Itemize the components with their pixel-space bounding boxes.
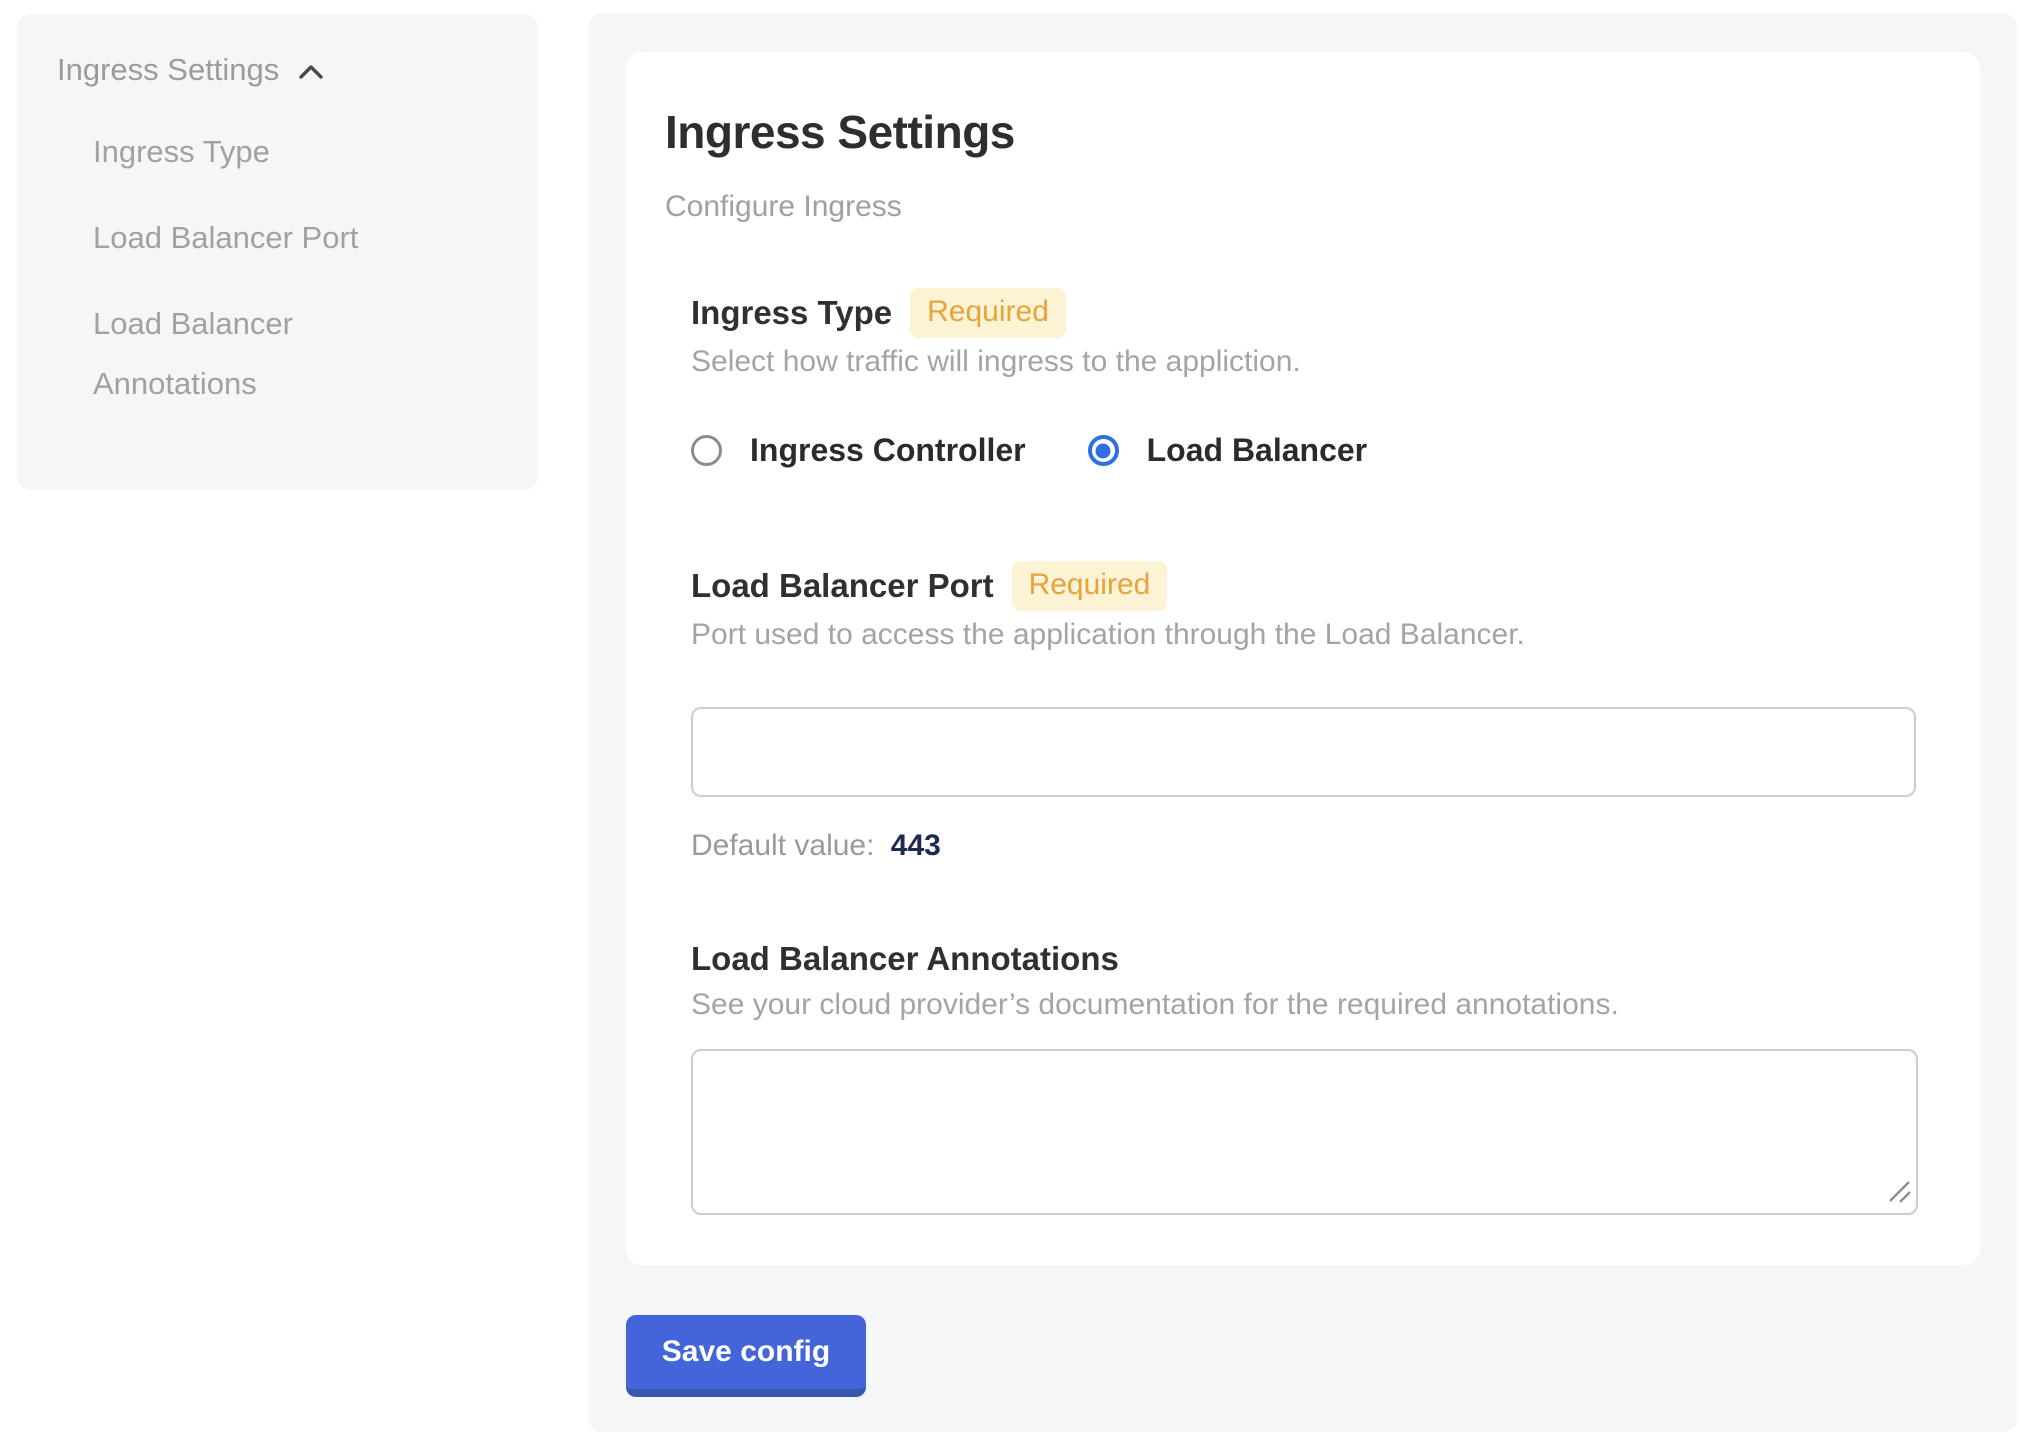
section-ingress-type: Ingress Type Required Select how traffic…	[691, 288, 1916, 469]
default-value: 443	[891, 829, 941, 862]
sidebar-item-load-balancer-port[interactable]: Load Balancer Port	[93, 208, 443, 268]
sidebar-section-ingress-settings[interactable]: Ingress Settings	[57, 52, 498, 88]
config-panel: Ingress Settings Configure Ingress Ingre…	[588, 13, 2017, 1432]
radio-button-icon[interactable]	[1088, 435, 1119, 466]
section-load-balancer-port: Load Balancer Port Required Port used to…	[691, 561, 1916, 863]
ingress-type-radio-group: Ingress Controller Load Balancer	[691, 432, 1916, 469]
page-title: Ingress Settings	[665, 104, 1916, 160]
load-balancer-annotations-textarea[interactable]	[691, 1049, 1918, 1215]
radio-ingress-controller[interactable]: Ingress Controller	[691, 432, 1026, 469]
page-subtitle: Configure Ingress	[665, 188, 1916, 226]
ingress-settings-card: Ingress Settings Configure Ingress Ingre…	[626, 52, 1980, 1265]
radio-load-balancer[interactable]: Load Balancer	[1088, 432, 1368, 469]
section-description: Select how traffic will ingress to the a…	[691, 342, 1916, 382]
sidebar-section-label: Ingress Settings	[57, 52, 279, 88]
section-title: Load Balancer Annotations	[691, 937, 1119, 981]
section-title: Ingress Type	[691, 291, 892, 335]
radio-label: Load Balancer	[1147, 432, 1368, 469]
settings-sidebar: Ingress Settings Ingress Type Load Balan…	[17, 14, 538, 490]
required-badge: Required	[1012, 561, 1168, 611]
default-value-label: Default value:	[691, 829, 874, 862]
sidebar-item-load-balancer-annotations[interactable]: Load Balancer Annotations	[93, 294, 443, 414]
sidebar-item-ingress-type[interactable]: Ingress Type	[93, 122, 443, 182]
default-value-row: Default value: 443	[691, 829, 1916, 863]
save-config-button[interactable]: Save config	[626, 1315, 866, 1397]
radio-label: Ingress Controller	[750, 432, 1026, 469]
section-description: Port used to access the application thro…	[691, 615, 1916, 655]
section-description: See your cloud provider’s documentation …	[691, 985, 1916, 1025]
load-balancer-port-input[interactable]	[691, 707, 1916, 797]
section-load-balancer-annotations: Load Balancer Annotations See your cloud…	[691, 937, 1916, 1215]
resize-handle-icon[interactable]	[1886, 1178, 1912, 1209]
chevron-up-icon	[295, 56, 327, 84]
radio-button-icon[interactable]	[691, 435, 722, 466]
sidebar-item-list: Ingress Type Load Balancer Port Load Bal…	[93, 122, 498, 414]
section-title: Load Balancer Port	[691, 564, 994, 608]
required-badge: Required	[910, 288, 1066, 338]
